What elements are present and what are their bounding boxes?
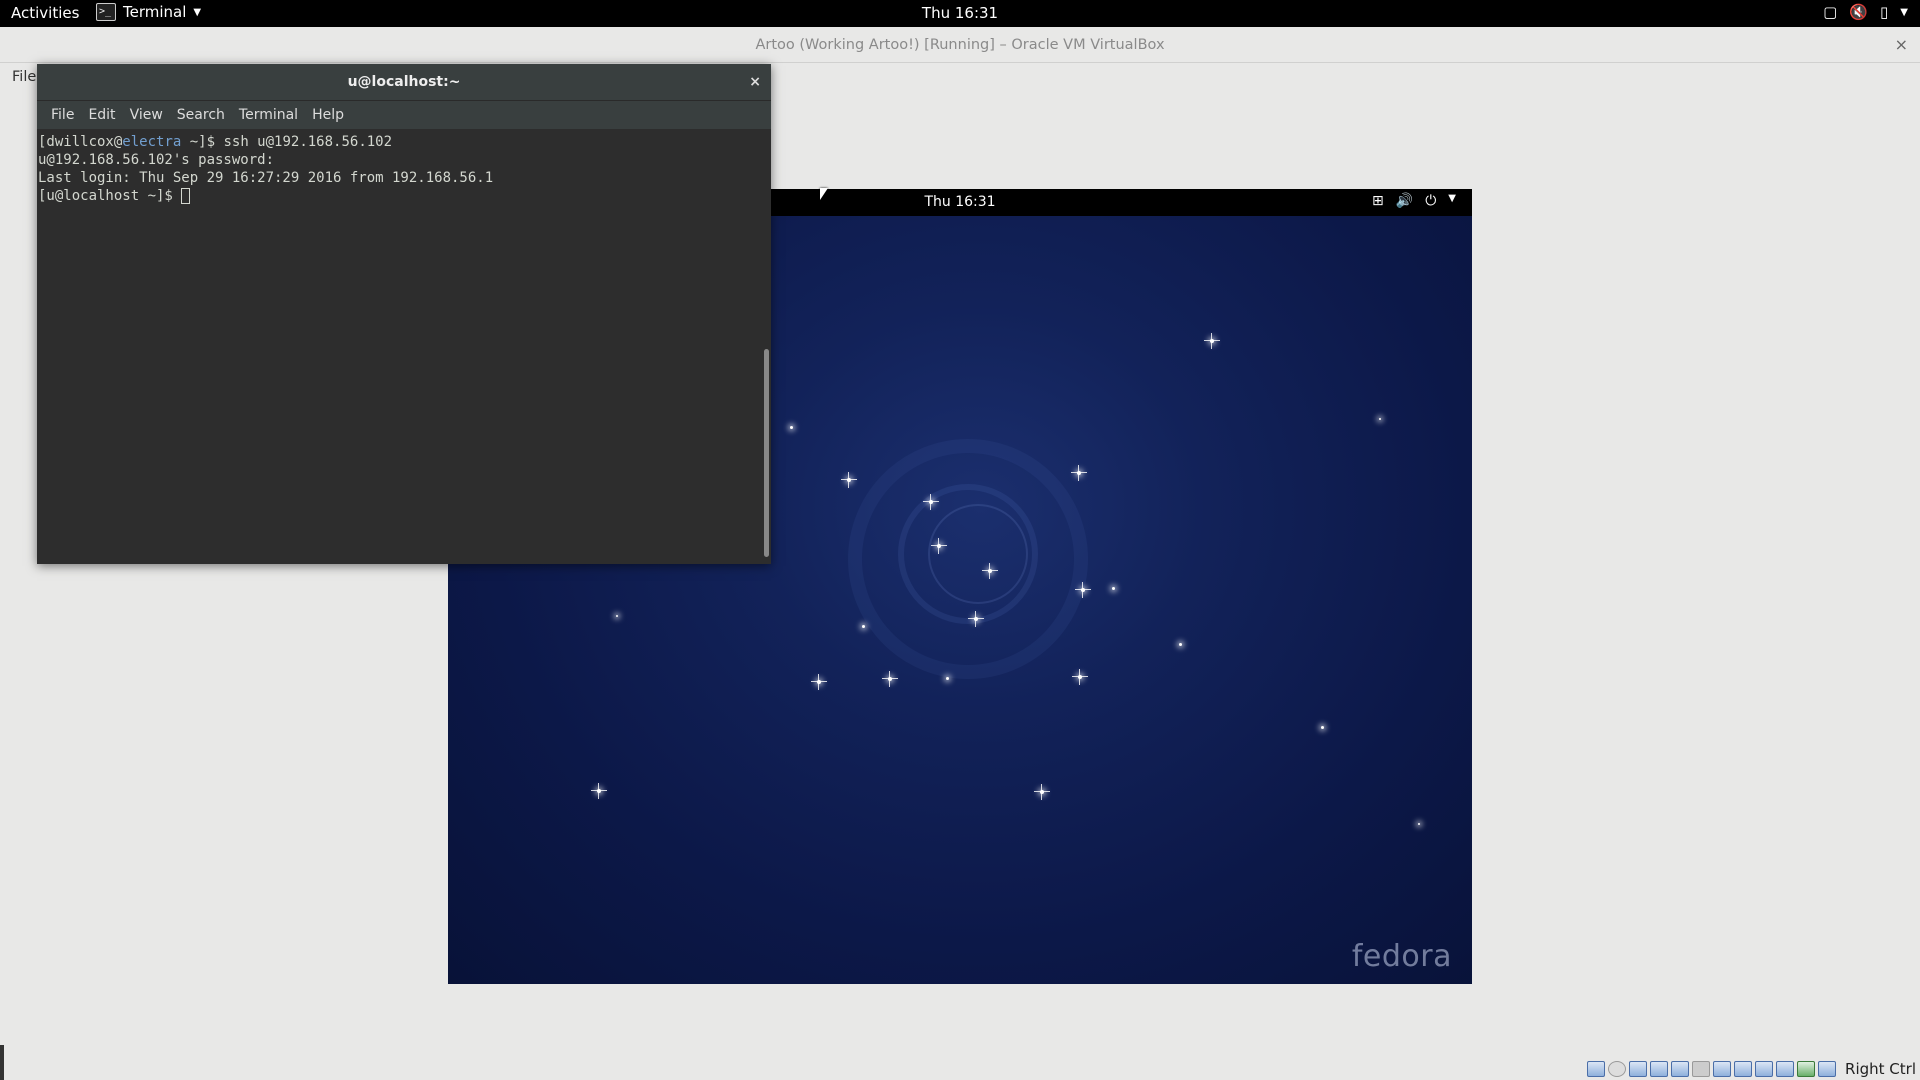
scrollbar[interactable] [764, 349, 769, 557]
host-key-label: Right Ctrl [1845, 1060, 1916, 1078]
shared-folder-icon[interactable] [1650, 1061, 1669, 1077]
fedora-logo: fedora [1351, 939, 1452, 974]
terminal-line: [u@localhost ~]$ [38, 187, 764, 205]
close-icon[interactable]: × [749, 64, 761, 101]
star [1204, 333, 1220, 349]
command-text: ~]$ ssh u@192.168.56.102 [181, 134, 393, 150]
star [591, 783, 607, 799]
menu-view[interactable]: View [123, 107, 170, 123]
star [1112, 587, 1115, 590]
star [1071, 465, 1087, 481]
star [968, 611, 984, 627]
star [1179, 643, 1182, 646]
star [946, 677, 949, 680]
star [1379, 418, 1381, 420]
cpu-icon[interactable] [1776, 1061, 1795, 1077]
hdd-icon[interactable] [1587, 1061, 1606, 1077]
wallpaper-swirl [928, 504, 1028, 604]
star [1075, 582, 1091, 598]
keyboard-icon[interactable] [1818, 1061, 1837, 1077]
terminal-line: Last login: Thu Sep 29 16:27:29 2016 fro… [38, 170, 494, 186]
star [841, 472, 857, 488]
screen-icon[interactable] [1713, 1061, 1732, 1077]
chevron-down-icon[interactable]: ▼ [1900, 7, 1908, 18]
terminal-title: u@localhost:~ [347, 74, 461, 90]
guest-system-tray[interactable]: ⊞ 🔊 ⏻ ▼ [1372, 193, 1456, 209]
mouse-icon[interactable] [1797, 1061, 1816, 1077]
window-title: Artoo (Working Artoo!) [Running] – Oracl… [755, 37, 1165, 53]
volume-icon[interactable]: 🔊 [1396, 193, 1413, 209]
menu-search[interactable]: Search [170, 107, 232, 123]
mute-icon[interactable]: 🔇 [1849, 3, 1868, 21]
window-edge [0, 1045, 4, 1080]
star [811, 674, 827, 690]
star [923, 494, 939, 510]
window-titlebar[interactable]: Artoo (Working Artoo!) [Running] – Oracl… [0, 27, 1920, 63]
prompt: [u@localhost ~]$ [38, 188, 182, 204]
system-tray[interactable]: ▢ 🔇 ▯ ▼ [1823, 3, 1908, 21]
star [982, 563, 998, 579]
activities-button[interactable]: Activities [11, 4, 79, 22]
terminal-menubar: File Edit View Search Terminal Help [37, 101, 771, 129]
menu-file[interactable]: File [12, 69, 36, 85]
star [1034, 784, 1050, 800]
menu-file[interactable]: File [44, 107, 81, 123]
text-cursor [181, 188, 191, 204]
app-menu[interactable]: >_ Terminal ▼ [96, 3, 201, 21]
terminal-titlebar[interactable]: u@localhost:~ × [37, 64, 771, 101]
menu-edit[interactable]: Edit [81, 107, 122, 123]
close-icon[interactable]: × [1895, 27, 1908, 63]
optical-icon[interactable] [1608, 1061, 1627, 1077]
star [882, 671, 898, 687]
terminal-line: u@192.168.56.102's password: [38, 152, 275, 168]
terminal-icon: >_ [96, 3, 116, 21]
star [616, 615, 618, 617]
prompt-host: electra [122, 134, 182, 150]
vbox-status-bar: Right Ctrl [1587, 1060, 1916, 1078]
terminal-line: [dwillcox@electra ~]$ ssh u@192.168.56.1… [38, 133, 764, 151]
menu-help[interactable]: Help [305, 107, 351, 123]
network-icon[interactable] [1734, 1061, 1753, 1077]
star [1072, 669, 1088, 685]
star [1418, 823, 1420, 825]
pen-icon[interactable] [1671, 1061, 1690, 1077]
star [1321, 726, 1324, 729]
star [862, 625, 865, 628]
star [931, 538, 947, 554]
battery-icon[interactable]: ▯ [1880, 3, 1888, 21]
terminal-output[interactable]: [dwillcox@electra ~]$ ssh u@192.168.56.1… [37, 129, 765, 564]
window-icon[interactable]: ▢ [1823, 3, 1837, 21]
prompt-prefix: [dwillcox@ [38, 134, 123, 150]
menu-terminal[interactable]: Terminal [232, 107, 305, 123]
power-icon[interactable]: ⏻ [1425, 193, 1436, 209]
display-icon[interactable] [1692, 1061, 1711, 1077]
chevron-down-icon: ▼ [193, 6, 202, 18]
usb-icon[interactable] [1629, 1061, 1648, 1077]
star [790, 426, 793, 429]
video-capture-icon[interactable] [1755, 1061, 1774, 1077]
top-bar: Activities >_ Terminal ▼ Thu 16:31 ▢ 🔇 ▯… [0, 0, 1920, 27]
mouse-cursor-icon [820, 188, 828, 200]
chevron-down-icon[interactable]: ▼ [1448, 193, 1456, 209]
network-icon[interactable]: ⊞ [1372, 193, 1384, 209]
app-menu-label: Terminal [123, 3, 187, 21]
terminal-window[interactable]: u@localhost:~ × File Edit View Search Te… [37, 64, 771, 564]
clock[interactable]: Thu 16:31 [922, 4, 998, 22]
